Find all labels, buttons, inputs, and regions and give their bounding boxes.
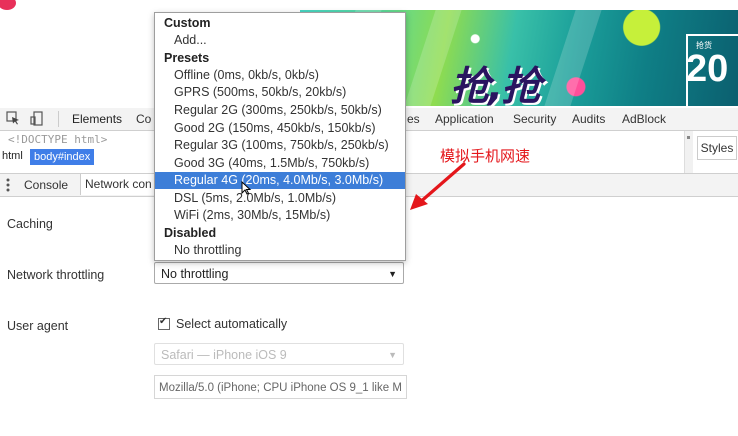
dropdown-group-presets: Presets: [164, 51, 210, 65]
dropdown-item-offline[interactable]: Offline (0ms, 0kb/s, 0kb/s): [155, 67, 405, 84]
inspect-icon[interactable]: [6, 111, 20, 125]
caching-label: Caching: [7, 217, 53, 231]
tab-application[interactable]: Application: [435, 112, 494, 126]
drawer-tab-console[interactable]: Console: [24, 178, 68, 192]
breadcrumb-body[interactable]: body#index: [30, 149, 95, 165]
dropdown-item-regular-3g[interactable]: Regular 3G (100ms, 750kb/s, 250kb/s): [155, 137, 405, 154]
select-automatically-checkbox[interactable]: [158, 316, 170, 330]
dropdown-item-add[interactable]: Add...: [155, 32, 405, 49]
dropdown-item-good-3g[interactable]: Good 3G (40ms, 1.5Mb/s, 750kb/s): [155, 155, 405, 172]
tab-elements[interactable]: Elements: [72, 112, 122, 126]
kebab-menu-icon[interactable]: [6, 177, 10, 193]
tab-styles[interactable]: Styles: [697, 136, 737, 160]
dropdown-group-disabled: Disabled: [164, 226, 217, 240]
dropdown-item-dsl[interactable]: DSL (5ms, 2.0Mb/s, 1.0Mb/s): [155, 190, 405, 207]
red-arrow-icon: [410, 162, 466, 210]
dropdown-item-no-throttling[interactable]: No throttling: [155, 242, 405, 259]
device-toolbar-icon[interactable]: [30, 111, 44, 126]
tab-adblock[interactable]: AdBlock: [622, 112, 666, 126]
chevron-down-icon: ▼: [388, 269, 397, 279]
dropdown-item-regular-4g[interactable]: Regular 4G (20ms, 4.0Mb/s, 3.0Mb/s): [155, 172, 405, 189]
user-agent-select-value: Safari — iPhone iOS 9: [161, 348, 287, 362]
dropdown-item-gprs[interactable]: GPRS (500ms, 50kb/s, 20kb/s): [155, 84, 405, 101]
tab-audits[interactable]: Audits: [572, 112, 605, 126]
doctype-node[interactable]: <!DOCTYPE html>: [8, 133, 107, 146]
user-agent-input[interactable]: Mozilla/5.0 (iPhone; CPU iPhone OS 9_1 l…: [154, 375, 407, 399]
throttling-select-value: No throttling: [161, 267, 229, 281]
tab-sources[interactable]: es: [407, 112, 420, 126]
site-logo[interactable]: [0, 0, 16, 10]
throttling-select[interactable]: No throttling ▼: [154, 262, 404, 284]
select-automatically-label: Select automatically: [176, 317, 288, 331]
tab-security[interactable]: Security: [513, 112, 556, 126]
mouse-cursor-icon: [241, 180, 252, 198]
divider: [58, 111, 59, 127]
breadcrumb-html[interactable]: html: [2, 150, 23, 162]
tab-console[interactable]: Co: [136, 112, 151, 126]
throttling-dropdown-menu: Custom Add... Presets Offline (0ms, 0kb/…: [154, 12, 406, 261]
chevron-down-icon: ▼: [388, 350, 397, 360]
dropdown-item-wifi[interactable]: WiFi (2ms, 30Mb/s, 15Mb/s): [155, 207, 405, 224]
splitter-handle: [687, 136, 690, 139]
dropdown-group-custom: Custom: [164, 16, 211, 30]
user-agent-label: User agent: [7, 319, 69, 333]
dropdown-item-regular-2g[interactable]: Regular 2G (300ms, 250kb/s, 50kb/s): [155, 102, 405, 119]
drawer-tab-network-conditions[interactable]: Network con: [80, 174, 157, 195]
banner-title: 抢,抢: [450, 64, 541, 106]
network-throttling-label: Network throttling: [7, 268, 105, 282]
user-agent-select[interactable]: Safari — iPhone iOS 9 ▼: [154, 343, 404, 365]
banner-badge-number: 20: [686, 48, 729, 90]
dropdown-item-good-2g[interactable]: Good 2G (150ms, 450kb/s, 150kb/s): [155, 120, 405, 137]
